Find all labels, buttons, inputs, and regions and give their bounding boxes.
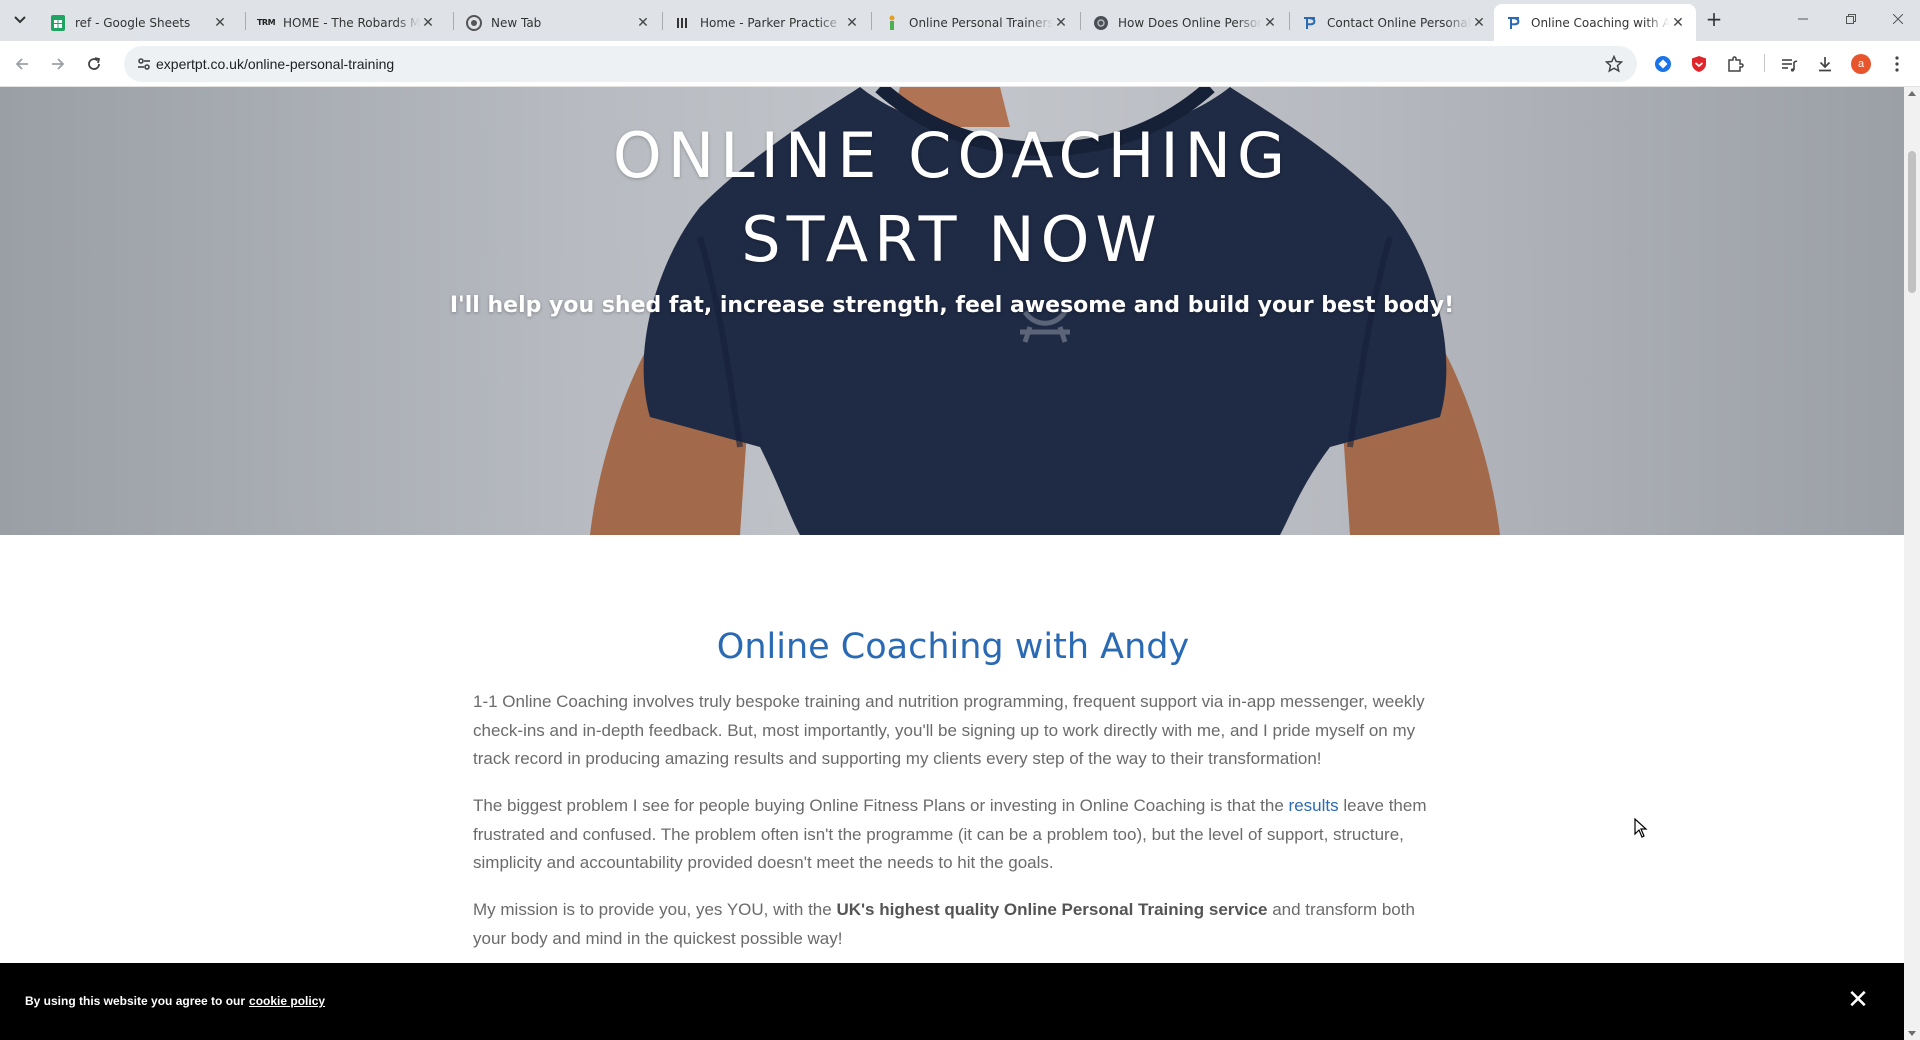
- chrome-icon: [466, 14, 482, 31]
- globe-dark-icon: [1093, 15, 1109, 31]
- close-tab-icon[interactable]: ✕: [1670, 15, 1686, 31]
- url-text[interactable]: expertpt.co.uk/online-personal-training: [156, 46, 394, 82]
- minimize-button[interactable]: [1780, 0, 1825, 38]
- star-icon: [1605, 55, 1623, 73]
- google-sheets-icon: [50, 14, 66, 31]
- profile-avatar[interactable]: a: [1849, 52, 1873, 76]
- restore-icon: [1845, 14, 1856, 24]
- tab-title: Online Personal Trainers -: [909, 15, 1053, 30]
- tab-title: HOME - The Robards Method: [283, 15, 420, 30]
- reload-button[interactable]: [80, 50, 108, 78]
- chevron-down-icon: [14, 16, 26, 24]
- highlight-text: UK's highest quality Online Personal Tra…: [836, 900, 1268, 919]
- tune-icon: [138, 58, 150, 70]
- toolbar-separator: [1764, 54, 1765, 72]
- tab-parker-practice[interactable]: Home - Parker Practice ✕: [663, 4, 870, 41]
- forward-button[interactable]: [44, 50, 72, 78]
- bookmark-button[interactable]: [1603, 53, 1625, 75]
- tab-title: ref - Google Sheets: [75, 15, 191, 30]
- page-scrollbar[interactable]: [1904, 87, 1920, 1040]
- paragraph-intro: 1-1 Online Coaching involves truly bespo…: [473, 692, 1425, 768]
- close-tab-icon[interactable]: ✕: [1471, 15, 1487, 31]
- tab-search-menu-button[interactable]: [8, 8, 32, 32]
- trm-logo-icon: TRM: [256, 18, 276, 27]
- close-tab-icon[interactable]: ✕: [844, 15, 860, 31]
- arrow-left-icon: [15, 58, 28, 70]
- close-tab-icon[interactable]: ✕: [420, 15, 436, 31]
- extension-blue-icon[interactable]: [1651, 52, 1675, 76]
- hero-subtitle: I'll help you shed fat, increase strengt…: [449, 293, 1455, 318]
- tab-google-sheets[interactable]: ref - Google Sheets ✕: [38, 4, 238, 41]
- tab-online-coaching-andy[interactable]: Online Coaching with Andy ✕: [1494, 4, 1696, 41]
- hero-title-line-2: START NOW: [741, 203, 1163, 276]
- expertpt-icon: [1302, 15, 1318, 31]
- section-heading: Online Coaching with Andy: [716, 627, 1190, 667]
- close-tab-icon[interactable]: ✕: [1262, 15, 1278, 31]
- reload-icon: [88, 57, 101, 70]
- scroll-up-arrow-icon[interactable]: [1908, 91, 1916, 96]
- minimize-icon: [1797, 18, 1808, 20]
- tab-strip: ref - Google Sheets ✕ TRM HOME - The Rob…: [0, 0, 1920, 41]
- site-info-button[interactable]: [132, 52, 156, 76]
- tab-title: How Does Online Personal: [1118, 15, 1262, 30]
- cookie-close-button[interactable]: ✕: [1843, 985, 1873, 1015]
- paragraph-mission: My mission is to provide you, yes YOU, w…: [473, 900, 1415, 948]
- cookie-banner: By using this website you agree to our co…: [0, 963, 1904, 1040]
- back-button[interactable]: [8, 50, 36, 78]
- expertpt-icon: [1506, 15, 1522, 31]
- tab-contact-online-personal[interactable]: Contact Online Personal T ✕: [1290, 4, 1497, 41]
- tab-title: Contact Online Personal T: [1327, 15, 1471, 30]
- close-window-button[interactable]: [1875, 0, 1920, 38]
- paragraph-problem: The biggest problem I see for people buy…: [473, 796, 1427, 872]
- extension-shield-icon[interactable]: [1687, 52, 1711, 76]
- page-viewport: ONLINE COACHING START NOW I'll help you …: [0, 87, 1904, 1040]
- tab-online-personal-trainers[interactable]: Online Personal Trainers - ✕: [872, 4, 1079, 41]
- tab-how-does-online-personal[interactable]: How Does Online Personal ✕: [1081, 4, 1288, 41]
- browser-toolbar: expertpt.co.uk/online-personal-training …: [0, 41, 1920, 87]
- hero-title-line-1: ONLINE COACHING: [612, 119, 1292, 192]
- tab-title: New Tab: [491, 15, 542, 30]
- scrollbar-thumb[interactable]: [1908, 151, 1916, 293]
- address-bar[interactable]: expertpt.co.uk/online-personal-training: [124, 46, 1637, 82]
- plus-icon: +: [1705, 7, 1723, 31]
- close-tab-icon[interactable]: ✕: [1053, 15, 1069, 31]
- arrow-right-icon: [52, 58, 65, 70]
- download-icon[interactable]: [1813, 52, 1837, 76]
- media-controls-icon[interactable]: [1777, 52, 1801, 76]
- cookie-message: By using this website you agree to our co…: [25, 994, 326, 1008]
- tab-title: Home - Parker Practice: [700, 15, 837, 30]
- results-link[interactable]: results: [1289, 796, 1339, 815]
- tab-robards-method[interactable]: TRM HOME - The Robards Method ✕: [246, 4, 446, 41]
- mouse-cursor-icon: [1634, 818, 1648, 838]
- hero-banner: ONLINE COACHING START NOW I'll help you …: [0, 87, 1904, 535]
- extensions-puzzle-icon[interactable]: [1723, 52, 1747, 76]
- tab-title: Online Coaching with Andy: [1531, 15, 1670, 30]
- more-menu-icon[interactable]: [1885, 52, 1909, 76]
- new-tab-button[interactable]: +: [1702, 8, 1726, 32]
- cookie-policy-link[interactable]: cookie policy: [249, 994, 325, 1008]
- trainer-figure-icon: [884, 15, 900, 31]
- close-tab-icon[interactable]: ✕: [212, 15, 228, 31]
- parker-icon: [675, 15, 691, 31]
- close-icon: ✕: [1847, 985, 1869, 1015]
- close-icon: [1892, 14, 1903, 24]
- restore-button[interactable]: [1828, 0, 1873, 38]
- tab-new-tab[interactable]: New Tab ✕: [454, 4, 661, 41]
- scroll-down-arrow-icon[interactable]: [1908, 1031, 1916, 1036]
- close-tab-icon[interactable]: ✕: [635, 15, 651, 31]
